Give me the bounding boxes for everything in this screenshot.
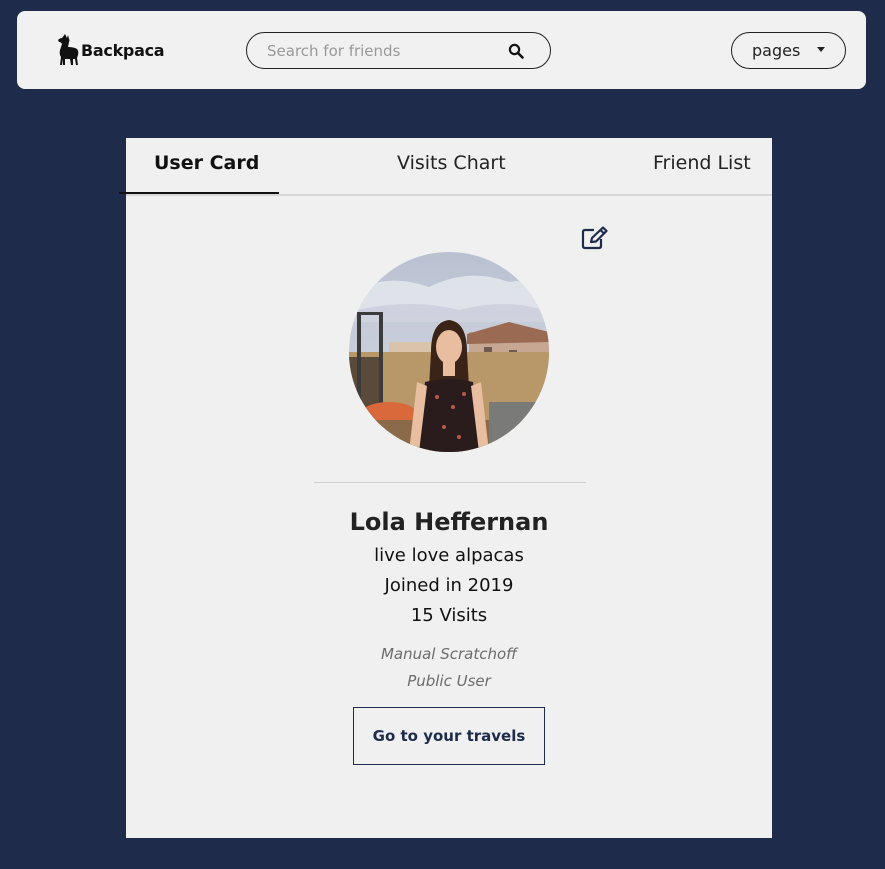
- navbar: Backpaca pages: [17, 11, 866, 89]
- pages-dropdown-label: pages: [752, 41, 801, 60]
- user-tagline: live love alpacas: [374, 545, 524, 566]
- edit-icon[interactable]: [581, 226, 609, 254]
- user-name: Lola Heffernan: [349, 508, 549, 536]
- tab-friend-list[interactable]: Friend List: [653, 152, 751, 174]
- visit-count: 15 Visits: [410, 605, 488, 626]
- tab-visits-chart[interactable]: Visits Chart: [397, 152, 506, 174]
- active-tab-indicator: [119, 192, 279, 194]
- avatar: [349, 252, 549, 452]
- search-input[interactable]: [267, 41, 502, 60]
- tab-bar: User Card Visits Chart Friend List: [119, 138, 772, 196]
- user-panel: User Card Visits Chart Friend List Lola …: [119, 138, 772, 838]
- brand-name: Backpaca: [81, 40, 165, 60]
- brand[interactable]: Backpaca: [56, 33, 165, 67]
- divider: [314, 482, 586, 483]
- scratchoff-mode: Manual Scratchoff: [380, 645, 518, 663]
- account-visibility: Public User: [407, 672, 491, 690]
- alpaca-icon: [58, 34, 79, 65]
- tab-user-card[interactable]: User Card: [154, 152, 259, 174]
- search-bar: [246, 32, 551, 69]
- chevron-down-icon: [817, 47, 825, 52]
- pages-dropdown[interactable]: pages: [731, 32, 846, 69]
- go-to-travels-button[interactable]: Go to your travels: [353, 707, 545, 765]
- search-icon[interactable]: [508, 43, 524, 63]
- joined-date: Joined in 2019: [384, 575, 514, 596]
